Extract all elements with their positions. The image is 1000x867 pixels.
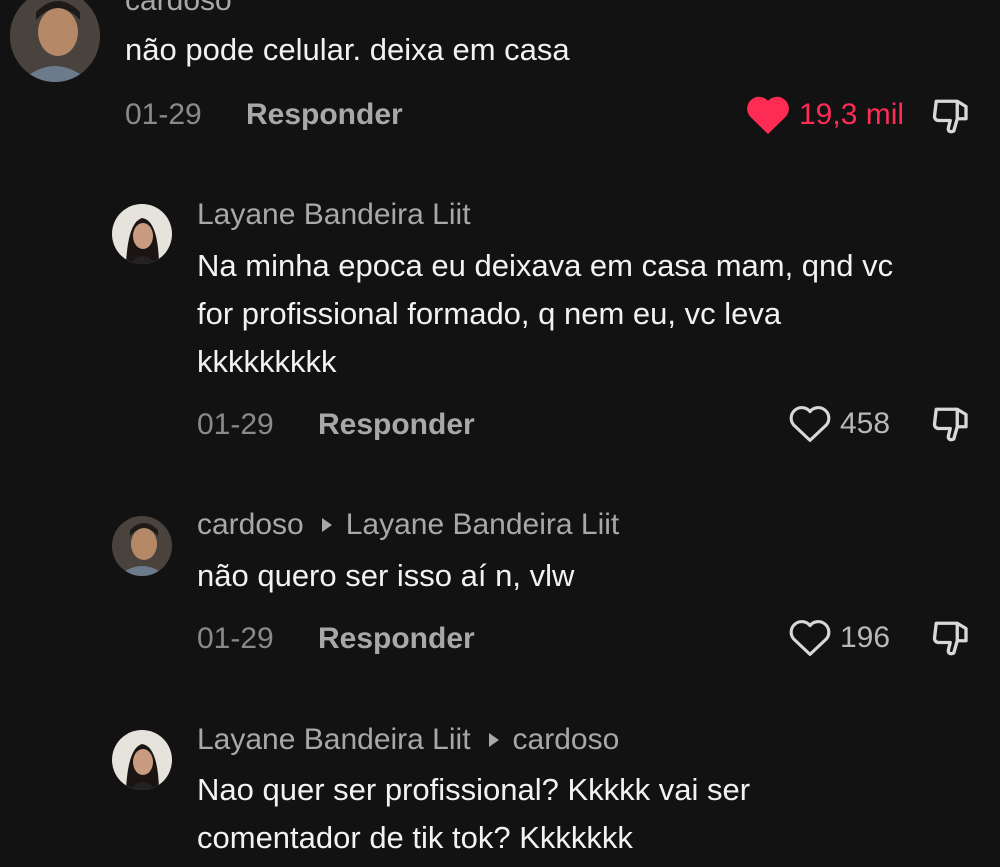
username-link[interactable]: cardoso xyxy=(197,508,304,542)
avatar-photo xyxy=(112,204,172,264)
triangle-right-icon xyxy=(321,518,332,532)
like-button[interactable]: 196 xyxy=(788,618,890,658)
like-count: 458 xyxy=(840,407,891,440)
avatar[interactable] xyxy=(112,730,172,790)
triangle-right-icon xyxy=(488,733,499,747)
text-line: Na minha epoca eu deixava em casa mam, q… xyxy=(197,248,894,283)
text-line: for profissional formado, q nem eu, vc l… xyxy=(197,296,782,331)
avatar[interactable] xyxy=(112,204,172,264)
like-count: 19,3 mil xyxy=(799,98,905,131)
thumbs-down-icon xyxy=(930,99,974,142)
text-line: kkkkkkkkk xyxy=(197,344,337,379)
reply-to-link[interactable]: cardoso xyxy=(513,723,620,757)
avatar-photo xyxy=(112,730,172,790)
username-link[interactable]: Layane Bandeira Liit xyxy=(197,198,471,232)
reply-button[interactable]: Responder xyxy=(318,408,475,442)
text-line: Nao quer ser profissional? Kkkkk vai ser xyxy=(197,772,751,807)
avatar[interactable] xyxy=(112,516,172,576)
comment-date: 01-29 xyxy=(125,98,202,131)
dislike-button[interactable] xyxy=(930,618,974,665)
username-link[interactable]: Layane Bandeira Liit xyxy=(197,723,471,757)
comment-date: 01-29 xyxy=(197,622,274,655)
comment-text: não pode celular. deixa em casa xyxy=(125,32,570,67)
heart-icon xyxy=(788,404,832,444)
comment-text: Na minha epoca eu deixava em casa mam, q… xyxy=(197,242,893,386)
thumbs-down-icon xyxy=(930,407,974,450)
dislike-button[interactable] xyxy=(930,96,974,143)
comment-text: não quero ser isso aí n, vlw xyxy=(197,558,575,593)
comment-username[interactable]: cardoso Layane Bandeira Liit xyxy=(197,508,619,542)
avatar-photo xyxy=(10,0,100,82)
comment-username[interactable]: Layane Bandeira Liit cardoso xyxy=(197,723,619,757)
heart-icon xyxy=(745,94,791,136)
like-button[interactable]: 19,3 mil xyxy=(745,94,904,136)
text-line: comentador de tik tok? Kkkkkkk xyxy=(197,820,633,855)
avatar[interactable] xyxy=(10,0,100,82)
username-link[interactable]: cardoso xyxy=(125,0,232,18)
comment-text: Nao quer ser profissional? Kkkkk vai ser… xyxy=(197,766,750,862)
thumbs-down-icon xyxy=(930,621,974,664)
avatar-photo xyxy=(112,516,172,576)
heart-icon xyxy=(788,618,832,658)
reply-button[interactable]: Responder xyxy=(318,622,475,656)
reply-button[interactable]: Responder xyxy=(246,98,403,132)
comment-date: 01-29 xyxy=(197,408,274,441)
comment-username[interactable]: Layane Bandeira Liit xyxy=(197,198,471,232)
like-count: 196 xyxy=(840,621,891,654)
reply-to-link[interactable]: Layane Bandeira Liit xyxy=(346,508,620,542)
like-button[interactable]: 458 xyxy=(788,404,890,444)
comment-username[interactable]: cardoso xyxy=(125,0,232,18)
dislike-button[interactable] xyxy=(930,404,974,451)
